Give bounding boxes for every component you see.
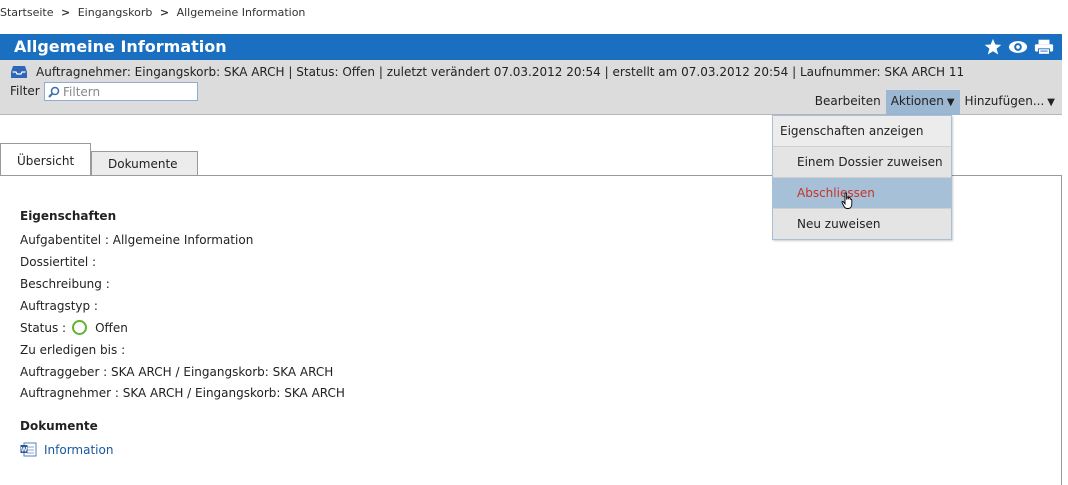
edit-button[interactable]: Bearbeiten <box>810 90 886 115</box>
status-label: Status : <box>20 320 67 335</box>
menu-item-close-task-label: Abschliessen <box>797 186 875 200</box>
status-row: Status : Offen <box>20 320 128 335</box>
star-icon[interactable] <box>984 38 1002 56</box>
triangle-down-icon: ▼ <box>1047 97 1055 108</box>
page-title: Allgemeine Information <box>14 37 227 56</box>
properties-title: Eigenschaften <box>20 209 117 223</box>
tab-overview[interactable]: Übersicht <box>0 143 91 176</box>
search-icon <box>48 86 60 98</box>
documents-title: Dokumente <box>20 419 98 433</box>
action-bar: Bearbeiten Aktionen ▼ Hinzufügen... ▼ <box>810 90 1060 115</box>
status-value: Offen <box>95 320 128 335</box>
document-link[interactable]: W Information <box>20 442 113 457</box>
breadcrumb-startseite[interactable]: Startseite <box>0 6 54 19</box>
print-icon[interactable] <box>1034 38 1054 56</box>
status-open-icon <box>72 320 88 335</box>
breadcrumb: Startseite > Eingangskorb > Allgemeine I… <box>0 6 305 19</box>
eye-icon[interactable] <box>1008 38 1028 56</box>
description: Beschreibung : <box>20 277 110 291</box>
due-date: Zu erledigen bis : <box>20 343 126 357</box>
actions-dropdown: Eigenschaften anzeigen Einem Dossier zuw… <box>772 115 952 240</box>
document-name: Information <box>44 442 114 457</box>
filter-input[interactable] <box>60 84 193 99</box>
breadcrumb-eingangskorb[interactable]: Eingangskorb <box>78 6 153 19</box>
responsible: Auftragnehmer : SKA ARCH / Eingangskorb:… <box>20 386 345 400</box>
inbox-icon <box>11 66 27 78</box>
actions-menu-button[interactable]: Aktionen ▼ <box>885 90 960 115</box>
breadcrumb-separator: > <box>159 6 170 19</box>
word-document-icon: W <box>20 442 37 457</box>
triangle-down-icon: ▼ <box>946 97 955 108</box>
breadcrumb-current: Allgemeine Information <box>176 6 306 19</box>
menu-item-reassign[interactable]: Neu zuweisen <box>773 209 951 239</box>
title-bar: Allgemeine Information <box>0 34 1062 60</box>
issuer: Auftraggeber : SKA ARCH / Eingangskorb: … <box>20 365 334 379</box>
task-type: Auftragstyp : <box>20 299 98 313</box>
menu-item-assign-dossier[interactable]: Einem Dossier zuweisen <box>773 147 951 178</box>
add-menu-button[interactable]: Hinzufügen... ▼ <box>960 90 1060 115</box>
add-label: Hinzufügen... <box>964 94 1045 108</box>
hand-pointer-icon <box>841 192 853 209</box>
svg-text:W: W <box>21 447 28 454</box>
task-title: Aufgabentitel : Allgemeine Information <box>20 233 254 247</box>
menu-item-show-properties[interactable]: Eigenschaften anzeigen <box>773 116 951 147</box>
tab-documents[interactable]: Dokumente <box>91 151 198 176</box>
edit-label: Bearbeiten <box>814 94 881 108</box>
filter-label: Filter <box>10 84 40 98</box>
task-info-text: Auftragnehmer: Eingangskorb: SKA ARCH | … <box>36 65 965 79</box>
actions-label: Aktionen <box>890 94 944 108</box>
dossier-title: Dossiertitel : <box>20 255 97 269</box>
menu-item-close-task[interactable]: Abschliessen <box>773 178 951 209</box>
filter-box <box>44 82 198 101</box>
breadcrumb-separator: > <box>61 6 71 19</box>
